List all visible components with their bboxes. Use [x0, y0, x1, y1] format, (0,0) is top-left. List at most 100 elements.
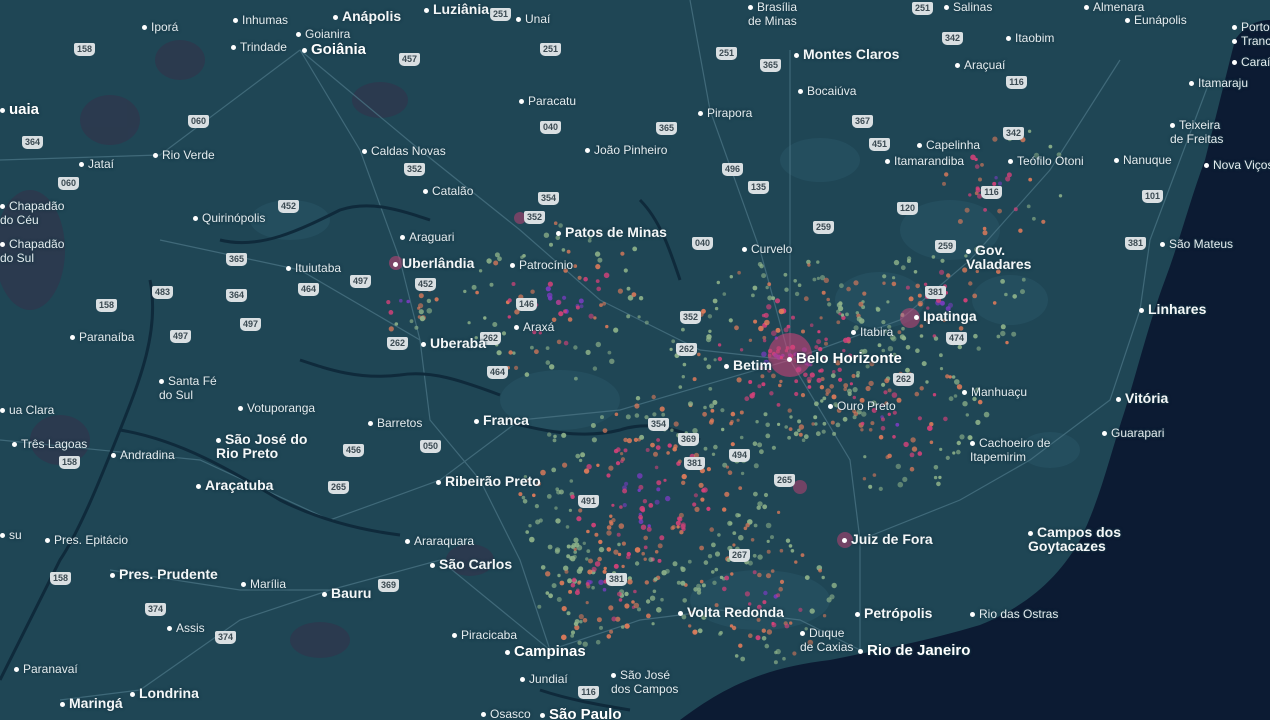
city-name-line: Teixeira	[1179, 118, 1221, 132]
city-label[interactable]: Ribeirão Preto	[436, 474, 541, 488]
city-label[interactable]: Ipatinga	[914, 309, 977, 323]
city-label[interactable]: Rio Verde	[153, 148, 215, 162]
city-label[interactable]: Anápolis	[333, 9, 401, 23]
city-label[interactable]: Pres. Epitácio	[45, 533, 128, 547]
city-label[interactable]: Araçatuba	[196, 478, 273, 492]
map-view[interactable]: 251 158 457 251 251 251 342 060 040 365 365 367 342 1…	[0, 0, 1270, 720]
city-label[interactable]: Juiz de Fora	[842, 532, 933, 546]
city-label[interactable]: Goiânia	[302, 42, 366, 57]
city-label[interactable]: Itabira	[851, 325, 893, 339]
city-label[interactable]: Paranavaí	[14, 662, 78, 676]
city-label[interactable]: Bocaiúva	[798, 84, 856, 98]
city-label[interactable]: Pirapora	[698, 106, 752, 120]
city-label[interactable]: Barretos	[368, 416, 422, 430]
city-label[interactable]: Campinas	[505, 644, 586, 659]
city-label[interactable]: Salinas	[944, 0, 992, 14]
city-label[interactable]: Capelinha	[917, 138, 980, 152]
city-label[interactable]: Três Lagoas	[12, 437, 87, 451]
city-label[interactable]: Ituiutaba	[286, 261, 341, 275]
city-label[interactable]: Araguari	[400, 230, 454, 244]
city-label[interactable]: Betim	[724, 358, 772, 372]
city-label[interactable]: Catalão	[423, 184, 473, 198]
city-label[interactable]: Trindade	[231, 40, 287, 54]
city-label[interactable]: Bauru	[322, 586, 371, 600]
city-label[interactable]: Teófilo Otoni	[1008, 154, 1084, 168]
city-label[interactable]: Jataí	[79, 157, 114, 171]
city-label[interactable]: Porto	[1232, 20, 1270, 34]
city-label[interactable]: Itamarandiba	[885, 154, 964, 168]
city-label[interactable]: Tranco	[1232, 34, 1270, 48]
city-label[interactable]: Jundiaí	[520, 672, 568, 686]
city-label[interactable]: Piracicaba	[452, 628, 517, 642]
city-label[interactable]: Pres. Prudente	[110, 567, 218, 581]
city-label[interactable]: Nanuque	[1114, 153, 1172, 167]
city-label[interactable]: Ouro Preto	[828, 399, 896, 413]
heat-point	[1041, 219, 1046, 224]
city-label[interactable]: Gov. Valadares	[966, 243, 1031, 271]
city-label[interactable]: Goianira	[296, 27, 350, 41]
city-label[interactable]: Chapadão do Sul	[0, 237, 64, 265]
city-label[interactable]: Votuporanga	[238, 401, 315, 415]
city-label[interactable]: São Carlos	[430, 557, 512, 571]
city-label[interactable]: Duque de Caxias	[800, 626, 853, 654]
city-label[interactable]: Unaí	[516, 12, 550, 26]
city-label[interactable]: Patrocínio	[510, 258, 573, 272]
city-label[interactable]: São José do Rio Preto	[216, 432, 307, 460]
city-label[interactable]: Guarapari	[1102, 426, 1164, 440]
city-label[interactable]: Assis	[167, 621, 205, 635]
city-label[interactable]: Araçuaí	[955, 58, 1005, 72]
city-label[interactable]: Curvelo	[742, 242, 792, 256]
city-label[interactable]: Osasco	[481, 707, 531, 720]
city-label[interactable]: Chapadão do Céu	[0, 199, 64, 227]
city-label[interactable]: Inhumas	[233, 13, 288, 27]
city-label[interactable]: Teixeira de Freitas	[1170, 118, 1223, 146]
heat-point	[998, 181, 1002, 186]
city-label[interactable]: Caldas Novas	[362, 144, 446, 158]
city-label[interactable]: Petrópolis	[855, 606, 932, 620]
heat-point	[566, 554, 571, 559]
city-label[interactable]: Maringá	[60, 696, 123, 710]
city-label[interactable]: Luziânia	[424, 2, 489, 16]
city-label[interactable]: uaia	[0, 102, 39, 117]
city-label[interactable]: São José dos Campos	[611, 668, 678, 696]
city-label[interactable]: Montes Claros	[794, 47, 899, 61]
city-label[interactable]: João Pinheiro	[585, 143, 667, 157]
city-label[interactable]: Iporá	[142, 20, 178, 34]
city-label[interactable]: Rio de Janeiro	[858, 643, 970, 658]
city-label[interactable]: Itaobim	[1006, 31, 1054, 45]
city-label[interactable]: Eunápolis	[1125, 13, 1187, 27]
city-label[interactable]: Rio das Ostras	[970, 607, 1058, 621]
city-label[interactable]: Brasília de Minas	[748, 0, 797, 28]
city-label[interactable]: Franca	[474, 413, 529, 427]
city-marker-icon	[110, 572, 115, 578]
city-label[interactable]: Londrina	[130, 686, 199, 700]
city-label[interactable]: Uberaba	[421, 336, 486, 350]
city-label[interactable]: Paracatu	[519, 94, 576, 108]
city-label[interactable]: Marília	[241, 577, 286, 591]
city-label[interactable]: Paranaíba	[70, 330, 134, 344]
city-label[interactable]: Itamaraju	[1189, 76, 1248, 90]
city-label[interactable]: Nova Viços	[1204, 158, 1270, 172]
city-label[interactable]: Caraíva	[1232, 55, 1270, 69]
heat-point	[583, 276, 588, 282]
city-label[interactable]: Vitória	[1116, 391, 1168, 405]
city-label[interactable]: Araraquara	[405, 534, 474, 548]
city-label[interactable]: su	[0, 528, 22, 542]
city-label[interactable]: Almenara	[1084, 0, 1144, 14]
city-label[interactable]: Patos de Minas	[556, 225, 667, 239]
city-label[interactable]: Uberlândia	[393, 256, 474, 270]
city-label[interactable]: Volta Redonda	[678, 605, 784, 619]
city-label[interactable]: São Paulo	[540, 707, 622, 720]
city-label[interactable]: Campos dos Goytacazes	[1028, 525, 1121, 553]
city-label[interactable]: Quirinópolis	[193, 211, 265, 225]
city-label[interactable]: São Mateus	[1160, 237, 1233, 251]
city-label[interactable]: Andradina	[111, 448, 175, 462]
city-label[interactable]: Linhares	[1139, 302, 1206, 316]
city-label[interactable]: Manhuaçu	[962, 385, 1027, 399]
city-label[interactable]: ua Clara	[0, 403, 54, 417]
city-label[interactable]: Belo Horizonte	[787, 351, 902, 366]
heat-point	[883, 390, 888, 395]
city-label[interactable]: Santa Fé do Sul	[159, 374, 217, 402]
city-label[interactable]: Araxá	[514, 320, 554, 334]
city-label[interactable]: Cachoeiro de Itapemirim	[970, 436, 1050, 464]
